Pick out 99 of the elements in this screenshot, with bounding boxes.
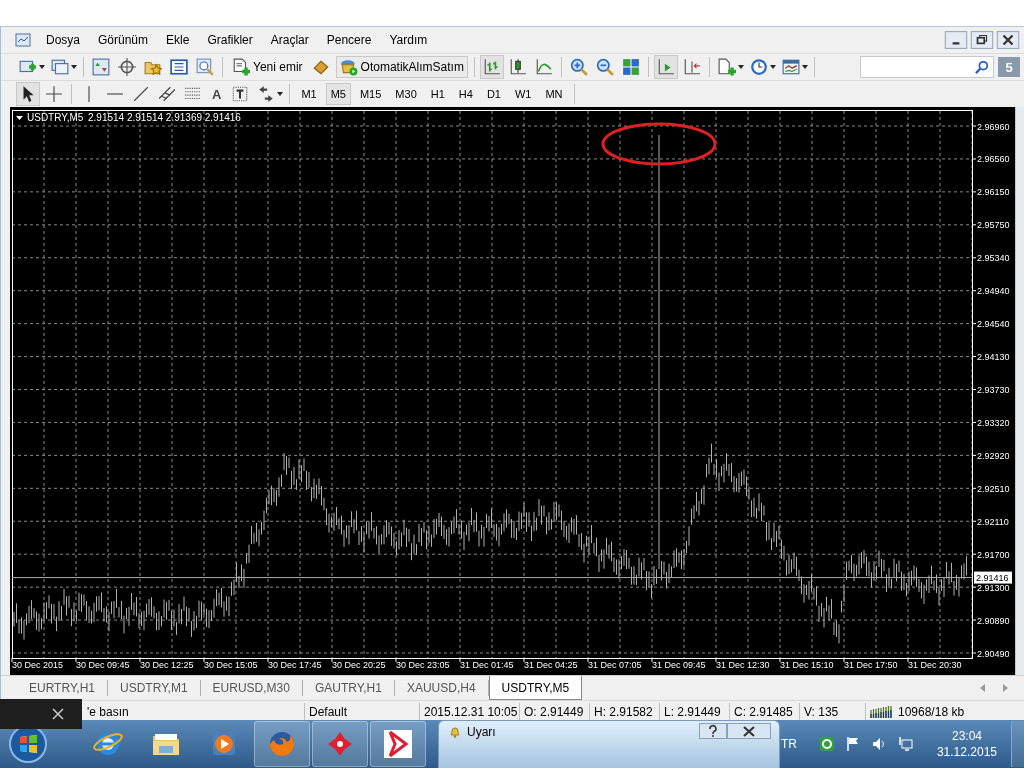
connection-bars-icon <box>870 706 894 718</box>
price-label: 2.96960 <box>977 121 1010 132</box>
price-label: 2.90890 <box>977 615 1010 626</box>
price-label: 2.95750 <box>977 220 1010 231</box>
clock-date[interactable]: 31.12.2015 <box>936 745 997 759</box>
price-label: 2.91700 <box>977 549 1010 560</box>
price-label: 2.90490 <box>977 648 1010 659</box>
new-order-button[interactable]: Yeni emir <box>229 56 306 78</box>
app-icon[interactable] <box>15 32 31 48</box>
time-label: 30 Dec 09:45 <box>76 660 130 670</box>
close-icon[interactable] <box>727 723 771 739</box>
ohlc-values: 2.91514 2.91514 2.91369 2.91416 <box>88 112 241 123</box>
price-label: 2.96150 <box>977 187 1010 198</box>
time-label: 31 Dec 20:30 <box>908 660 962 670</box>
clock-time[interactable]: 23:04 <box>951 729 982 743</box>
chart-tab[interactable]: XAUUSD,H4 <box>394 680 489 696</box>
price-label: 2.91300 <box>977 582 1010 593</box>
price-label: 2.95340 <box>977 253 1010 264</box>
timeframe-button[interactable]: H4 <box>453 83 478 105</box>
close-icon[interactable] <box>996 31 1020 49</box>
arrow-app-icon[interactable] <box>370 721 426 767</box>
close-icon[interactable] <box>52 708 64 720</box>
menu-item[interactable]: Ekle <box>157 33 199 47</box>
crosshair-icon[interactable] <box>116 56 138 78</box>
add-indicator-icon[interactable] <box>715 56 738 78</box>
search-icon[interactable] <box>975 60 989 74</box>
restore-icon[interactable] <box>970 31 994 49</box>
chart-tab[interactable]: USDTRY,M1 <box>108 680 201 696</box>
price-label: 2.94940 <box>977 286 1010 297</box>
price-label: 2.94540 <box>977 319 1010 330</box>
terminal-icon[interactable] <box>168 56 190 78</box>
caret-icon[interactable] <box>769 65 776 69</box>
caret-icon[interactable] <box>39 65 45 69</box>
symbol-label: USDTRY,M5 <box>27 112 84 123</box>
chart-tab[interactable]: USDTRY,M5 <box>488 676 583 700</box>
flower-app-icon[interactable] <box>312 721 368 767</box>
time-label: 31 Dec 17:50 <box>844 660 898 670</box>
new-order-icon <box>232 58 250 76</box>
minimize-icon[interactable] <box>944 31 968 49</box>
chart-shift-icon[interactable] <box>654 56 677 78</box>
menu-item[interactable]: Araçlar <box>261 33 318 47</box>
menu-item[interactable]: Yardım <box>380 33 437 47</box>
time-label: 30 Dec 12:25 <box>140 660 194 670</box>
time-label: 31 Dec 04:25 <box>524 660 578 670</box>
timeframe-button[interactable]: M1 <box>296 83 322 105</box>
language-indicator[interactable]: TR <box>780 737 797 751</box>
chart-tab[interactable]: EURUSD,M30 <box>200 680 303 696</box>
alert-title: Uyarı <box>467 725 496 739</box>
network-icon[interactable] <box>896 736 913 752</box>
timeframe-button[interactable]: H1 <box>425 83 450 105</box>
auto-trading-icon <box>339 58 358 76</box>
menu-item[interactable]: Görünüm <box>89 33 158 47</box>
bell-icon <box>449 726 461 738</box>
time-label: 31 Dec 01:45 <box>460 660 514 670</box>
magnifier-icon[interactable] <box>194 56 216 78</box>
volume-icon[interactable] <box>870 736 887 752</box>
time-label: 31 Dec 09:45 <box>652 660 706 670</box>
market-watch-icon[interactable] <box>90 56 112 78</box>
flag-icon[interactable] <box>844 736 861 752</box>
time-label: 30 Dec 2015 <box>12 660 64 670</box>
text-tool-button[interactable]: A <box>208 86 226 102</box>
time-label: 30 Dec 23:05 <box>396 660 450 670</box>
time-label: 31 Dec 12:30 <box>716 660 770 670</box>
menu-item[interactable]: Dosya <box>37 33 89 47</box>
cursor-icon[interactable] <box>17 83 39 105</box>
timeframe-button[interactable]: MN <box>540 83 568 105</box>
price-label: 2.96560 <box>977 154 1010 165</box>
collapse-icon[interactable] <box>16 116 23 120</box>
price-label: 2.92110 <box>977 516 1009 527</box>
price-label: 2.92510 <box>977 483 1010 494</box>
time-label: 30 Dec 17:45 <box>268 660 322 670</box>
price-label: 2.94130 <box>977 352 1010 363</box>
help-icon[interactable] <box>699 723 727 739</box>
timeframe-button[interactable]: M15 <box>354 83 387 105</box>
chart-tab[interactable]: GAUTRY,H1 <box>302 680 395 696</box>
search-field[interactable] <box>860 56 994 78</box>
time-label: 30 Dec 20:25 <box>332 660 386 670</box>
auto-trading-button[interactable]: OtomatikAlımSatım <box>335 56 468 78</box>
timeframe-button[interactable]: W1 <box>509 83 537 105</box>
menu-item[interactable]: Pencere <box>317 33 381 47</box>
time-label: 30 Dec 15:05 <box>204 660 258 670</box>
tray-app-icon[interactable] <box>818 736 835 752</box>
timeframe-button[interactable]: M30 <box>390 83 422 105</box>
timeframe-button[interactable]: M5 <box>325 83 351 105</box>
bar-chart-icon[interactable] <box>480 56 503 78</box>
timeframe-button[interactable]: D1 <box>481 83 506 105</box>
status-traffic: 10968/18 kb <box>898 705 965 719</box>
caret-icon[interactable] <box>277 92 284 96</box>
price-label: 2.93320 <box>977 417 1010 428</box>
time-label: 31 Dec 15:10 <box>780 660 834 670</box>
caret-icon[interactable] <box>71 65 77 69</box>
time-label: 31 Dec 07:05 <box>588 660 642 670</box>
firefox-icon[interactable] <box>254 721 310 767</box>
caret-icon[interactable] <box>737 65 744 69</box>
menu-item[interactable]: Grafikler <box>198 33 262 47</box>
price-label: 2.92920 <box>977 450 1010 461</box>
caret-icon[interactable] <box>801 65 808 69</box>
price-label: 2.93730 <box>977 385 1010 395</box>
chart-tab[interactable]: EURTRY,H1 <box>17 680 109 696</box>
